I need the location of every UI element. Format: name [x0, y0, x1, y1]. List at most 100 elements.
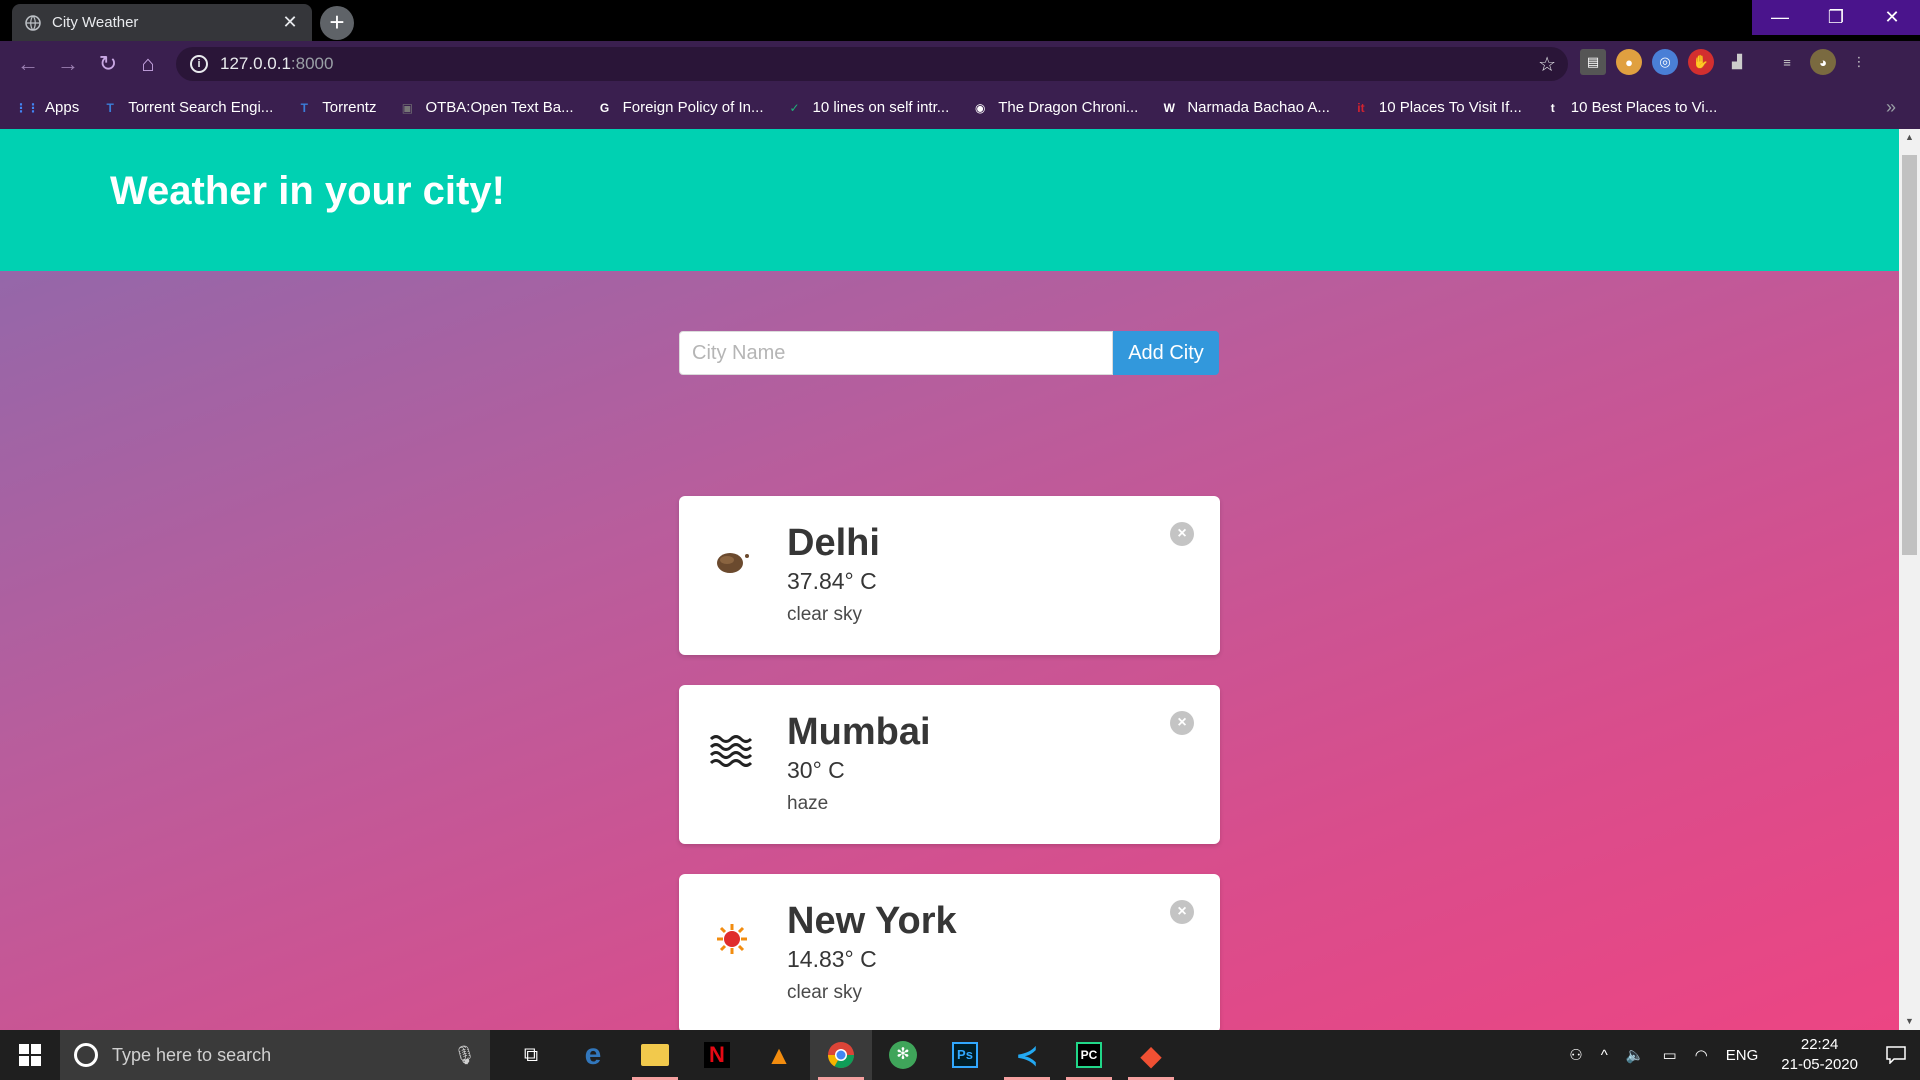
city-temperature: 30° C: [787, 757, 845, 783]
bookmark-item[interactable]: it 10 Places To Visit If...: [1352, 99, 1522, 117]
atom-icon[interactable]: ✻: [872, 1030, 934, 1080]
netflix-icon[interactable]: N: [686, 1030, 748, 1080]
browser-toolbar: ← → ↻ ⌂ i 127.0.0.1:8000 ☆ ▤ ● ◎ ✋ ▟ ≡ ◕…: [0, 41, 1920, 86]
scrollbar[interactable]: ▲ ▼: [1899, 129, 1920, 1030]
menu-icon[interactable]: ⋮: [1846, 49, 1872, 75]
moon-icon: [707, 536, 757, 586]
info-icon[interactable]: i: [190, 55, 208, 73]
hero-banner: Weather in your city!: [0, 129, 1899, 271]
bookmark-favicon-icon: W: [1163, 100, 1175, 115]
bookmark-favicon-icon: ◉: [975, 100, 986, 115]
add-city-form: Add City: [679, 331, 1219, 375]
scroll-up-arrow[interactable]: ▲: [1899, 129, 1920, 146]
city-temperature: 14.83° C: [787, 946, 877, 972]
tab-close-icon[interactable]: ✕: [280, 12, 300, 33]
tab-title: City Weather: [52, 14, 139, 31]
city-name: Delhi: [787, 522, 880, 564]
chrome-icon[interactable]: [810, 1030, 872, 1080]
city-name: New York: [787, 900, 957, 942]
globe-icon: [24, 14, 42, 32]
bookmark-favicon-icon: T: [106, 100, 114, 115]
bookmark-favicon-icon: G: [599, 100, 610, 115]
tab-city-weather[interactable]: City Weather ✕: [12, 4, 312, 41]
bookmark-item[interactable]: G Foreign Policy of In...: [596, 99, 764, 117]
add-city-button[interactable]: Add City: [1113, 331, 1219, 375]
close-window-button[interactable]: ✕: [1864, 0, 1920, 35]
vscode-icon[interactable]: ≺: [996, 1030, 1058, 1080]
extension-icon[interactable]: ▤: [1580, 49, 1606, 75]
cortana-icon: [74, 1043, 98, 1067]
home-icon[interactable]: ⌂: [128, 44, 168, 84]
file-explorer-icon[interactable]: [624, 1030, 686, 1080]
people-icon[interactable]: ⚇: [1569, 1046, 1582, 1064]
bookmark-favicon-icon: it: [1357, 100, 1365, 115]
bookmark-label: 10 Places To Visit If...: [1378, 99, 1522, 116]
avatar[interactable]: ◕: [1810, 49, 1836, 75]
git-icon[interactable]: ◆: [1120, 1030, 1182, 1080]
delete-city-button[interactable]: ×: [1170, 711, 1194, 735]
language-indicator[interactable]: ENG: [1726, 1047, 1759, 1064]
bookmark-label: Torrent Search Engi...: [128, 99, 274, 116]
volume-icon[interactable]: 🔈: [1626, 1046, 1645, 1064]
address-bar[interactable]: i 127.0.0.1:8000 ☆: [176, 47, 1568, 81]
minimize-button[interactable]: —: [1752, 0, 1808, 35]
scrollbar-thumb[interactable]: [1902, 155, 1917, 555]
wifi-icon[interactable]: ◠: [1695, 1046, 1708, 1064]
scroll-down-arrow[interactable]: ▼: [1899, 1013, 1920, 1030]
haze-icon: [707, 725, 757, 775]
clock-time: 22:24: [1800, 1036, 1839, 1053]
bookmark-favicon-icon: T: [300, 100, 308, 115]
task-view-icon[interactable]: ⧉: [500, 1030, 562, 1080]
bookmark-star-icon[interactable]: ☆: [1538, 52, 1556, 77]
city-name-input[interactable]: [679, 331, 1113, 375]
sun-icon: [707, 914, 757, 964]
more-bookmarks-icon[interactable]: »: [1886, 97, 1896, 118]
photoshop-icon[interactable]: Ps: [934, 1030, 996, 1080]
window-controls: — ❐ ✕: [1752, 0, 1920, 35]
bookmark-label: 10 lines on self intr...: [812, 99, 950, 116]
vlc-icon[interactable]: ▲: [748, 1030, 810, 1080]
delete-city-button[interactable]: ×: [1170, 900, 1194, 924]
bookmark-favicon-icon: ▣: [401, 100, 414, 115]
bookmark-item[interactable]: ⋮⋮ Apps: [15, 99, 79, 117]
reload-icon[interactable]: ↻: [88, 44, 128, 84]
back-arrow-icon[interactable]: ←: [8, 44, 48, 84]
forward-arrow-icon[interactable]: →: [48, 44, 88, 84]
bookmark-label: Torrentz: [322, 99, 377, 116]
bookmark-label: The Dragon Chroni...: [998, 99, 1139, 116]
cookie-icon[interactable]: ●: [1616, 49, 1642, 75]
city-weather-card: Mumbai 30° C haze ×: [679, 685, 1220, 844]
stats-icon[interactable]: ▟: [1724, 49, 1750, 75]
clock[interactable]: 22:24 21-05-2020: [1781, 1035, 1858, 1075]
bookmark-item[interactable]: t 10 Best Places to Vi...: [1544, 99, 1717, 117]
new-tab-button[interactable]: +: [320, 6, 354, 40]
restore-button[interactable]: ❐: [1808, 0, 1864, 35]
taskbar-search[interactable]: Type here to search 🎙: [60, 1030, 490, 1080]
page-viewport: Weather in your city! Add City Delhi 37.8…: [0, 129, 1899, 1030]
chevron-up-icon[interactable]: ^: [1601, 1047, 1608, 1064]
bookmark-item[interactable]: ▣ OTBA:Open Text Ba...: [398, 99, 574, 117]
city-temperature: 37.84° C: [787, 568, 877, 594]
city-description: haze: [787, 793, 829, 814]
media-icon[interactable]: ≡: [1774, 49, 1800, 75]
bookmark-favicon-icon: ✓: [789, 100, 800, 115]
notification-icon[interactable]: [1872, 1046, 1920, 1064]
edge-icon[interactable]: e: [562, 1030, 624, 1080]
bookmark-item[interactable]: T Torrentz: [295, 99, 377, 117]
bookmark-favicon-icon: ⋮⋮: [15, 100, 39, 115]
bookmark-item[interactable]: W Narmada Bachao A...: [1160, 99, 1330, 117]
delete-city-button[interactable]: ×: [1170, 522, 1194, 546]
pycharm-icon[interactable]: PC: [1058, 1030, 1120, 1080]
taskbar-search-placeholder: Type here to search: [112, 1044, 272, 1065]
battery-icon[interactable]: ▭: [1662, 1046, 1676, 1064]
bookmark-label: Foreign Policy of In...: [622, 99, 764, 116]
bookmark-label: OTBA:Open Text Ba...: [425, 99, 574, 116]
bookmark-item[interactable]: ✓ 10 lines on self intr...: [786, 99, 950, 117]
bookmark-item[interactable]: ◉ The Dragon Chroni...: [971, 99, 1138, 117]
start-button[interactable]: [0, 1030, 60, 1080]
bookmark-favicon-icon: t: [1550, 100, 1555, 115]
adblock-icon[interactable]: ✋: [1688, 49, 1714, 75]
extension-icon[interactable]: ◎: [1652, 49, 1678, 75]
bookmark-item[interactable]: T Torrent Search Engi...: [101, 99, 274, 117]
microphone-icon[interactable]: 🎙: [453, 1045, 476, 1066]
